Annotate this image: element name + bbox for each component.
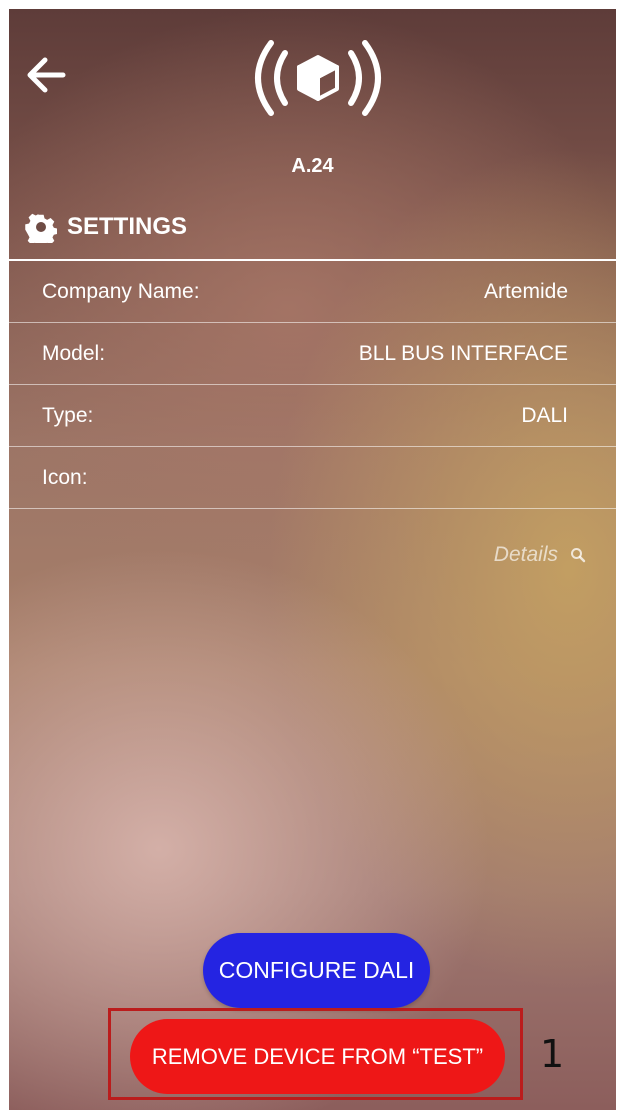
setting-row-company: Company Name: Artemide: [9, 261, 616, 323]
settings-header: SETTINGS: [25, 211, 187, 243]
remove-device-button[interactable]: REMOVE DEVICE FROM “TEST”: [130, 1019, 505, 1094]
setting-label: Model:: [42, 341, 106, 365]
search-icon: [571, 548, 586, 563]
back-arrow-icon[interactable]: [23, 51, 71, 99]
setting-row-icon[interactable]: Icon:: [9, 447, 616, 509]
annotation-number: 1: [540, 1032, 565, 1076]
configure-dali-button[interactable]: CONFIGURE DALI: [203, 933, 430, 1008]
details-link[interactable]: Details: [494, 543, 586, 567]
setting-value: DALI: [521, 403, 568, 427]
setting-label: Icon:: [42, 465, 88, 489]
device-id-label: A.24: [291, 155, 334, 177]
device-signal-logo-icon: [255, 40, 381, 116]
setting-row-model: Model: BLL BUS INTERFACE: [9, 323, 616, 385]
gear-icon: [25, 213, 57, 243]
settings-title: SETTINGS: [67, 213, 188, 240]
device-settings-screen: A.24 SETTINGS Company Name: Artemide Mod…: [9, 9, 616, 1110]
details-label: Details: [493, 543, 558, 566]
setting-value: BLL BUS INTERFACE: [358, 341, 568, 365]
settings-list: Company Name: Artemide Model: BLL BUS IN…: [9, 261, 616, 509]
setting-value: Artemide: [483, 279, 568, 303]
setting-label: Company Name:: [42, 279, 200, 303]
setting-row-type: Type: DALI: [9, 385, 616, 447]
setting-label: Type:: [42, 403, 94, 427]
